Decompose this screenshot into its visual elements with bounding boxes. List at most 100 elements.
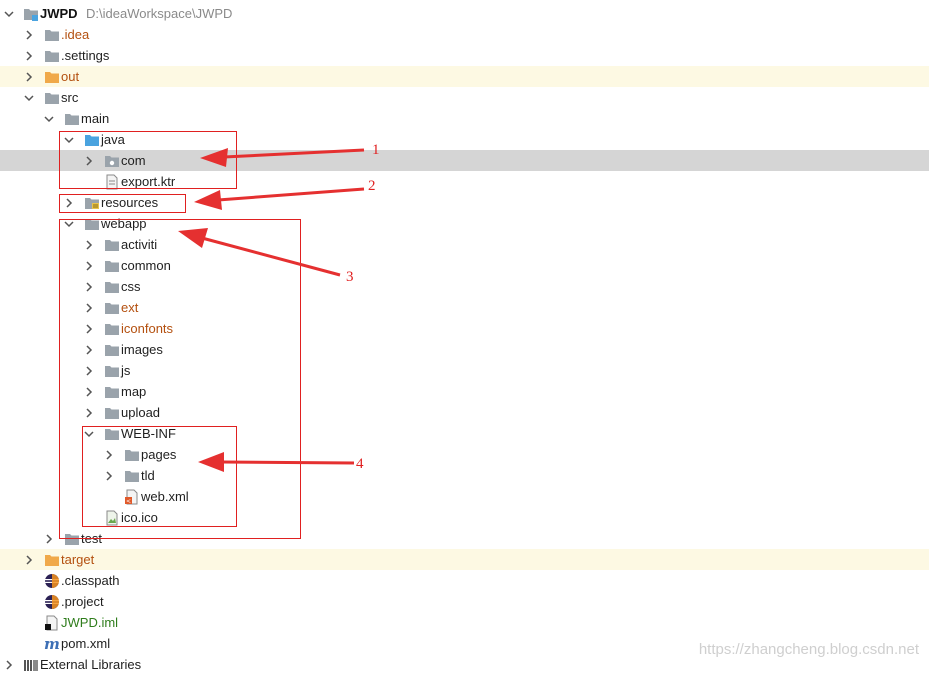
annotation-number-1: 1	[372, 142, 380, 158]
folder-icon	[104, 279, 120, 295]
tree-item-label: External Libraries	[40, 657, 142, 672]
tree-row-images[interactable]: images	[0, 339, 929, 360]
folder-icon	[44, 48, 60, 64]
tree-item-label: com	[121, 153, 146, 168]
tree-row-web-xml[interactable]: < web.xml	[0, 486, 929, 507]
tree-row-pages[interactable]: pages	[0, 444, 929, 465]
chevron-down-icon[interactable]	[63, 218, 75, 230]
maven-icon: m	[44, 636, 60, 652]
tree-item-label: ext	[121, 300, 139, 315]
folder-icon	[84, 216, 100, 232]
tree-row-jwpd-iml[interactable]: JWPD.iml	[0, 612, 929, 633]
tree-row-com[interactable]: com	[0, 150, 929, 171]
xml-file-icon: <	[124, 489, 140, 505]
tree-row-settings[interactable]: .settings	[0, 45, 929, 66]
chevron-right-icon[interactable]	[83, 260, 95, 272]
chevron-right-icon[interactable]	[83, 281, 95, 293]
chevron-right-icon[interactable]	[83, 365, 95, 377]
annotation-number-4: 4	[356, 456, 364, 472]
chevron-right-icon[interactable]	[83, 386, 95, 398]
tree-item-label: resources	[101, 195, 159, 210]
tree-row-java[interactable]: java	[0, 129, 929, 150]
chevron-right-icon[interactable]	[83, 239, 95, 251]
svg-text:m: m	[44, 636, 60, 652]
tree-row-test[interactable]: test	[0, 528, 929, 549]
tree-item-label: common	[121, 258, 171, 273]
svg-text:<: <	[126, 498, 131, 505]
tree-row-web-inf[interactable]: WEB-INF	[0, 423, 929, 444]
chevron-right-icon[interactable]	[83, 302, 95, 314]
tree-row-classpath[interactable]: .classpath	[0, 570, 929, 591]
tree-item-label: iconfonts	[121, 321, 174, 336]
libraries-icon	[23, 657, 39, 673]
chevron-right-icon[interactable]	[83, 344, 95, 356]
folder-icon	[104, 258, 120, 274]
tree-item-label: js	[121, 363, 131, 378]
folder-icon	[44, 90, 60, 106]
tree-row-ext[interactable]: ext	[0, 297, 929, 318]
folder-icon	[104, 300, 120, 316]
tree-item-label: images	[121, 342, 163, 357]
tree-row-resources[interactable]: resources	[0, 192, 929, 213]
chevron-right-icon[interactable]	[83, 407, 95, 419]
chevron-right-icon[interactable]	[23, 50, 35, 62]
file-icon	[104, 174, 120, 190]
chevron-right-icon[interactable]	[103, 449, 115, 461]
tree-item-label: .idea	[61, 27, 90, 42]
tree-row-tld[interactable]: tld	[0, 465, 929, 486]
chevron-down-icon[interactable]	[83, 428, 95, 440]
tree-row-css[interactable]: css	[0, 276, 929, 297]
chevron-down-icon[interactable]	[23, 92, 35, 104]
folder-icon	[124, 447, 140, 463]
source-folder-icon	[84, 132, 100, 148]
tree-row-common[interactable]: common	[0, 255, 929, 276]
chevron-right-icon[interactable]	[23, 71, 35, 83]
tree-row-js[interactable]: js	[0, 360, 929, 381]
chevron-right-icon[interactable]	[103, 470, 115, 482]
project-path: D:\ideaWorkspace\JWPD	[86, 6, 233, 21]
tree-row-main[interactable]: main	[0, 108, 929, 129]
chevron-right-icon[interactable]	[23, 554, 35, 566]
tree-row-export-ktr[interactable]: export.ktr	[0, 171, 929, 192]
chevron-down-icon[interactable]	[43, 113, 55, 125]
tree-item-label: .classpath	[61, 573, 120, 588]
tree-item-label: main	[81, 111, 110, 126]
tree-row-src[interactable]: src	[0, 87, 929, 108]
folder-icon	[124, 468, 140, 484]
folder-icon	[44, 27, 60, 43]
chevron-right-icon[interactable]	[23, 29, 35, 41]
folder-icon	[104, 342, 120, 358]
image-file-icon	[104, 510, 120, 526]
tree-row-ico-ico[interactable]: ico.ico	[0, 507, 929, 528]
tree-row-upload[interactable]: upload	[0, 402, 929, 423]
chevron-right-icon[interactable]	[83, 323, 95, 335]
tree-row-webapp[interactable]: webapp	[0, 213, 929, 234]
chevron-right-icon[interactable]	[83, 155, 95, 167]
tree-row-iconfonts[interactable]: iconfonts	[0, 318, 929, 339]
tree-item-label: activiti	[121, 237, 158, 252]
tree-row-project[interactable]: .project	[0, 591, 929, 612]
tree-item-label: css	[121, 279, 141, 294]
tree-item-label: map	[121, 384, 147, 399]
folder-icon	[64, 111, 80, 127]
tree-item-label: web.xml	[141, 489, 189, 504]
chevron-right-icon[interactable]	[43, 533, 55, 545]
tree-row-idea[interactable]: .idea	[0, 24, 929, 45]
chevron-right-icon[interactable]	[3, 659, 15, 671]
tree-row-jwpd[interactable]: JWPD D:\ideaWorkspace\JWPD	[0, 3, 929, 24]
tree-row-activiti[interactable]: activiti	[0, 234, 929, 255]
eclipse-file-icon	[44, 594, 60, 610]
tree-item-label: pages	[141, 447, 177, 462]
excluded-folder-icon	[44, 552, 60, 568]
chevron-right-icon[interactable]	[63, 197, 75, 209]
chevron-down-icon[interactable]	[63, 134, 75, 146]
tree-row-target[interactable]: target	[0, 549, 929, 570]
tree-item-label: java	[101, 132, 125, 147]
chevron-down-icon[interactable]	[3, 8, 15, 20]
eclipse-file-icon	[44, 573, 60, 589]
tree-item-label: test	[81, 531, 102, 546]
module-folder-icon	[23, 6, 39, 22]
tree-row-out[interactable]: out	[0, 66, 929, 87]
folder-icon	[104, 363, 120, 379]
tree-row-map[interactable]: map	[0, 381, 929, 402]
